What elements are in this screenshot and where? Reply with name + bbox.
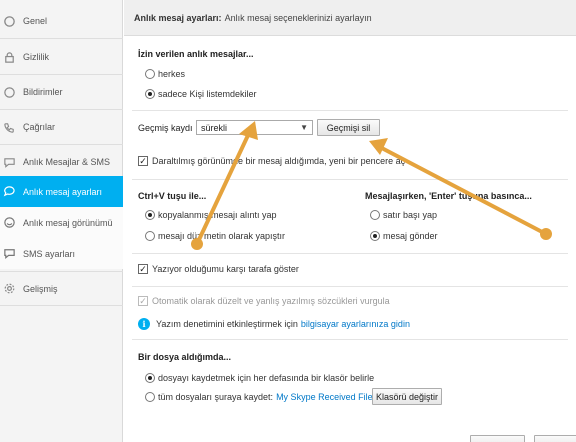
divider [132,110,568,111]
radio-button[interactable] [145,89,155,99]
sidebar-item-label: Çağrılar [23,122,56,132]
radio-label: herkes [158,69,186,79]
sidebar-item-label: Gelişmiş [23,283,58,294]
radio-label: dosyayı kaydetmek için her defasında bir… [158,373,375,383]
checkbox-label: Yazıyor olduğumu karşı tarafa göster [152,264,299,274]
radio-button[interactable] [370,231,380,241]
radio-paste-plain[interactable]: mesajı düz metin olarak yapıştır [145,231,285,241]
radio-enter-send[interactable]: mesaj gönder [370,231,438,241]
radio-label: mesaj gönder [383,231,438,241]
spellcheck-checkbox[interactable]: ✓ Otomatik olarak düzelt ve yanlış yazıl… [138,296,390,306]
gear-icon [2,282,16,296]
files-title: Bir dosya aldığımda... [138,352,232,362]
change-folder-button[interactable]: Klasörü değiştir [372,388,442,405]
sidebar-item-label: Anlık Mesajlar & SMS [23,157,111,167]
radio-button[interactable] [370,210,380,220]
radio-label: satır başı yap [383,210,438,220]
radio-files-ask[interactable]: dosyayı kaydetmek için her defasında bir… [145,373,374,383]
sidebar-item-general[interactable]: Genel [0,4,123,39]
divider [132,339,568,340]
checkbox[interactable]: ✓ [138,156,148,166]
divider [132,253,568,254]
typing-indicator-checkbox[interactable]: ✓ Yazıyor olduğumu karşı tarafa göster [138,264,299,274]
checkbox[interactable]: ✓ [138,296,148,306]
history-select-value: sürekli [201,122,228,133]
lock-icon [2,50,16,64]
radio-label: tüm dosyaları şuraya kaydet: [158,392,274,402]
sidebar-item-label: Genel [23,16,48,26]
radio-button[interactable] [145,392,155,402]
history-label: Geçmiş kaydı [138,123,193,133]
sidebar-item-label: Gizlilik [23,52,49,62]
checkbox-label: Otomatik olarak düzelt ve yanlış yazılmı… [152,296,390,306]
footer-button-1[interactable] [470,435,525,442]
clear-history-button[interactable]: Geçmişi sil [317,119,380,136]
radio-contacts-only[interactable]: sadece Kişi listemdekiler [145,89,257,99]
radio-label: sadece Kişi listemdekiler [158,89,257,99]
sidebar-item-im-appearance[interactable]: Anlık mesaj görünümü [0,207,123,238]
radio-label: kopyalanmış mesajı alıntı yap [158,210,277,220]
page-header: Anlık mesaj ayarları: Anlık mesaj seçene… [124,0,576,36]
compact-view-checkbox[interactable]: ✓ Daraltılmış görünümde bir mesaj aldığı… [138,156,405,166]
sidebar-item-label: Anlık mesaj görünümü [23,217,113,228]
info-icon: i [138,318,150,330]
history-select[interactable]: sürekli ▼ [196,120,313,135]
chevron-down-icon: ▼ [300,123,308,132]
divider [132,179,568,180]
sidebar-item-im-settings[interactable]: Anlık mesaj ayarları [0,176,123,207]
settings-panel: İzin verilen anlık mesajlar... herkes sa… [124,37,576,442]
sidebar-item-calls[interactable]: Çağrılar [0,110,123,145]
chat-icon [2,155,16,169]
spellcheck-info-text: Yazım denetimini etkinleştirmek için [156,319,298,329]
divider [132,286,568,287]
phone-icon [2,120,16,134]
sidebar-item-advanced[interactable]: Gelişmiş [0,271,123,306]
sidebar-item-privacy[interactable]: Gizlilik [0,40,123,75]
radio-button[interactable] [145,373,155,383]
checkbox[interactable]: ✓ [138,264,148,274]
sidebar-item-label: SMS ayarları [23,248,76,259]
radio-paste-quote[interactable]: kopyalanmış mesajı alıntı yap [145,210,277,220]
radio-label: mesajı düz metin olarak yapıştır [158,231,286,241]
radio-files-save-all[interactable]: tüm dosyaları şuraya kaydet: My Skype Re… [145,392,377,402]
radio-button[interactable] [145,231,155,241]
radio-enter-newline[interactable]: satır başı yap [370,210,437,220]
radio-button[interactable] [145,210,155,220]
radio-button[interactable] [145,69,155,79]
smiley-icon [2,216,16,230]
computer-settings-link[interactable]: bilgisayar ayarlarınıza gidin [301,319,410,329]
skype-icon [2,14,16,28]
page-title: Anlık mesaj ayarları: [134,12,222,23]
info-icon [2,85,16,99]
sidebar-item-notifications[interactable]: Bildirimler [0,75,123,110]
footer-button-2[interactable] [534,435,576,442]
allowed-im-title: İzin verilen anlık mesajlar... [138,49,254,59]
paste-title: Ctrl+V tuşu ile... [138,191,207,201]
received-files-folder-link[interactable]: My Skype Received Files [276,392,377,402]
sidebar-item-label: Bildirimler [23,87,63,97]
enter-title: Mesajlaşırken, 'Enter' tuşuna basınca... [365,191,532,201]
sidebar-item-im-sms[interactable]: Anlık Mesajlar & SMS [0,145,123,180]
checkbox-label: Daraltılmış görünümde bir mesaj aldığımd… [152,156,406,166]
chat-bubble-icon [2,185,16,199]
sidebar-item-sms-settings[interactable]: SMS ayarları [0,238,123,269]
sms-icon [2,247,16,261]
spellcheck-info: i Yazım denetimini etkinleştirmek için b… [138,318,410,330]
sidebar-item-label: Anlık mesaj ayarları [23,186,103,197]
radio-everyone[interactable]: herkes [145,69,185,79]
page-subtitle: Anlık mesaj seçeneklerinizi ayarlayın [224,12,372,23]
sidebar: Genel Gizlilik Bildirimler Çağrılar Anlı… [0,0,123,442]
